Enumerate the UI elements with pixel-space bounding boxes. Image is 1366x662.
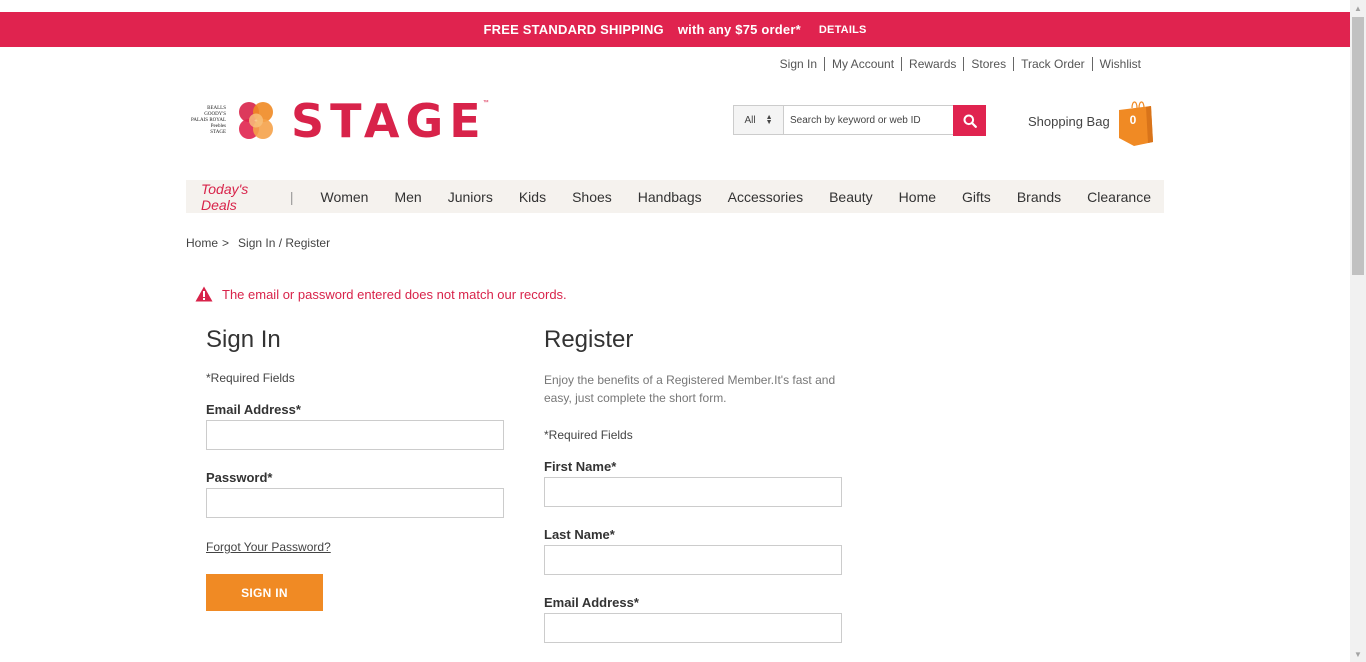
first-name-input[interactable] [544, 477, 842, 507]
register-email-input[interactable] [544, 613, 842, 643]
breadcrumb-current: Sign In / Register [238, 236, 331, 250]
breadcrumb-home[interactable]: Home [186, 236, 218, 250]
promo-bar: FREE STANDARD SHIPPING with any $75 orde… [0, 12, 1350, 47]
search-input[interactable] [784, 106, 954, 134]
scroll-up-icon[interactable]: ▲ [1350, 0, 1366, 16]
promo-headline: FREE STANDARD SHIPPING [483, 22, 664, 37]
util-link-stores[interactable]: Stores [963, 57, 1013, 71]
register-required-note: *Required Fields [544, 428, 633, 442]
register-description: Enjoy the benefits of a Registered Membe… [544, 373, 836, 405]
last-name-input[interactable] [544, 545, 842, 575]
first-name-label: First Name* [544, 459, 617, 474]
signin-form: Sign In *Required Fields Email Address* … [206, 326, 506, 611]
search-icon [963, 114, 977, 128]
nav-item-kids[interactable]: Kids [506, 189, 559, 205]
select-arrows-icon: ▲ ▼ [765, 114, 773, 126]
nav-item-women[interactable]: Women [307, 189, 381, 205]
signin-button[interactable]: SIGN IN [206, 574, 323, 611]
nav-item-handbags[interactable]: Handbags [625, 189, 715, 205]
util-link-wishlist[interactable]: Wishlist [1091, 57, 1148, 71]
search-button[interactable] [953, 105, 986, 136]
scrollbar-thumb[interactable] [1352, 17, 1364, 275]
signin-password-label: Password* [206, 470, 273, 485]
signin-required-note: *Required Fields [206, 371, 295, 385]
logo-trademark: ™ [482, 100, 489, 106]
util-link-track-order[interactable]: Track Order [1013, 57, 1092, 71]
warning-icon [195, 286, 213, 302]
util-link-my-account[interactable]: My Account [824, 57, 901, 71]
forgot-password-link[interactable]: Forgot Your Password? [206, 540, 331, 554]
register-form: Register Enjoy the benefits of a Registe… [544, 326, 844, 643]
scroll-down-icon[interactable]: ▼ [1350, 646, 1366, 662]
signin-password-input[interactable] [206, 488, 504, 518]
promo-condition: with any $75 order* [677, 22, 801, 37]
register-title: Register [544, 326, 634, 353]
nav-item-juniors[interactable]: Juniors [435, 189, 506, 205]
page-scrollbar[interactable]: ▲ ▼ [1350, 0, 1366, 662]
search-bar: All ▲ ▼ [733, 105, 986, 136]
stage-logo[interactable]: BEALLS GOODY'S PALAIS ROYAL Peebles STAG… [186, 98, 489, 144]
nav-item-home[interactable]: Home [886, 189, 949, 205]
utility-links: Sign In My Account Rewards Stores Track … [773, 57, 1148, 71]
nav-item-beauty[interactable]: Beauty [816, 189, 886, 205]
signin-email-label: Email Address* [206, 402, 301, 417]
nav-item-todays-deals[interactable]: Today's Deals [186, 181, 282, 213]
util-link-rewards[interactable]: Rewards [901, 57, 963, 71]
last-name-label: Last Name* [544, 527, 615, 542]
breadcrumb-separator: > [222, 236, 230, 250]
nav-item-shoes[interactable]: Shoes [559, 189, 625, 205]
logo-wordmark: STAGE [291, 94, 487, 148]
flower-logo-icon [239, 102, 273, 139]
bag-count-badge: 0 [1129, 113, 1137, 127]
nav-item-gifts[interactable]: Gifts [949, 189, 1004, 205]
nav-item-brands[interactable]: Brands [1004, 189, 1074, 205]
nav-item-clearance[interactable]: Clearance [1074, 189, 1164, 205]
nav-item-accessories[interactable]: Accessories [715, 189, 816, 205]
error-text: The email or password entered does not m… [222, 286, 567, 302]
util-link-sign-in[interactable]: Sign In [773, 57, 824, 71]
nav-item-men[interactable]: Men [381, 189, 434, 205]
promo-details-link[interactable]: DETAILS [819, 24, 867, 36]
main-nav: Today's Deals | Women Men Juniors Kids S… [186, 180, 1164, 213]
signin-email-input[interactable] [206, 420, 504, 450]
register-email-label: Email Address* [544, 595, 639, 610]
breadcrumb: Home > Sign In / Register [186, 236, 330, 250]
error-message: The email or password entered does not m… [195, 286, 567, 302]
logo-subbrands: BEALLS GOODY'S PALAIS ROYAL Peebles STAG… [191, 106, 226, 135]
top-gap [0, 0, 1350, 12]
signin-title: Sign In [206, 326, 281, 353]
shopping-bag-label[interactable]: Shopping Bag [1028, 114, 1110, 129]
nav-separator: | [289, 188, 294, 205]
search-scope-select[interactable]: All ▲ ▼ [734, 106, 784, 134]
